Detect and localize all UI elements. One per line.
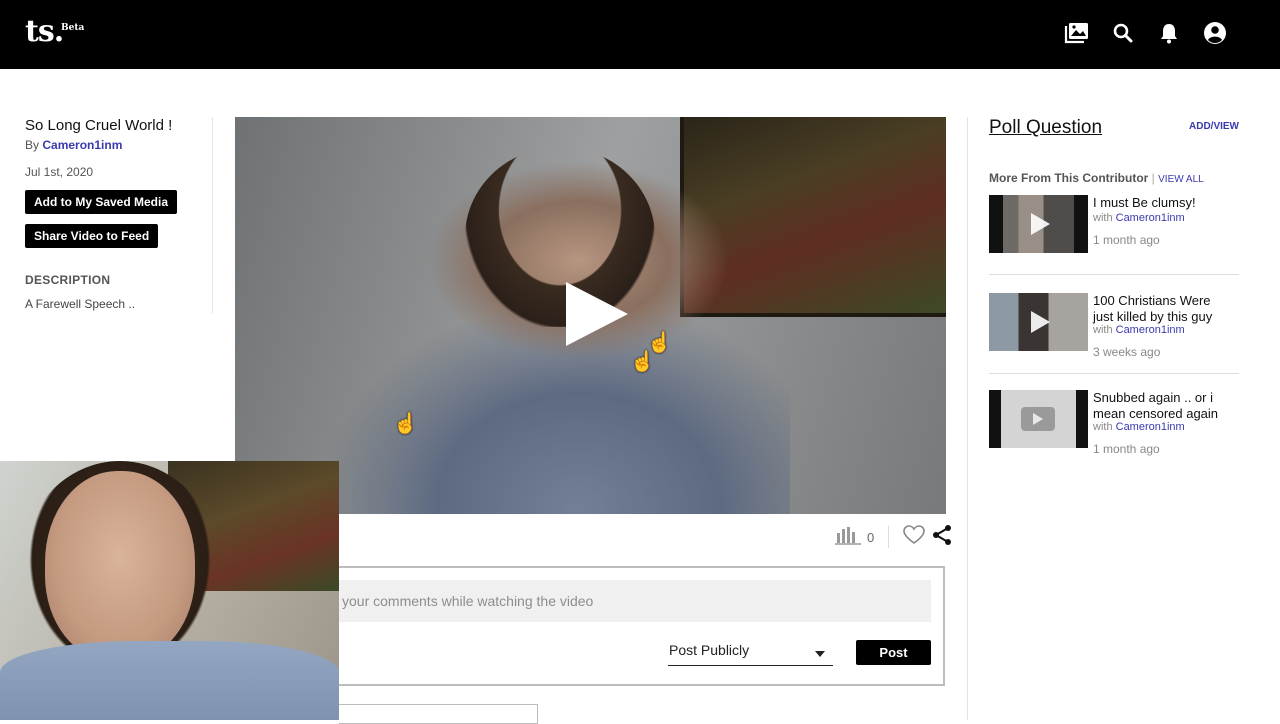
play-icon: [1031, 213, 1050, 235]
webcam-shirt: [0, 641, 339, 720]
related-author-link[interactable]: Cameron1inm: [1116, 212, 1185, 224]
with-label: with: [1093, 421, 1113, 433]
related-author-line: with Cameron1inm: [1093, 324, 1185, 336]
related-thumbnail[interactable]: [989, 390, 1088, 448]
related-separator: [989, 274, 1239, 275]
related-title[interactable]: I must Be clumsy!: [1093, 195, 1233, 211]
with-label: with: [1093, 212, 1113, 224]
webcam-overlay: [0, 461, 339, 720]
author-line: By Cameron1inm: [25, 138, 122, 152]
hand-cursor-icon: ☝: [393, 413, 418, 435]
bell-icon[interactable]: [1156, 20, 1182, 46]
video-actions-bar: 0: [835, 524, 953, 551]
beta-badge: Beta: [61, 23, 85, 33]
related-title[interactable]: Snubbed again .. or i mean censored agai…: [1093, 390, 1233, 422]
description-text: A Farewell Speech ..: [25, 297, 136, 311]
with-label: with: [1093, 324, 1113, 336]
actions-divider: [888, 526, 890, 548]
author-link[interactable]: Cameron1inm: [42, 138, 122, 152]
publish-date: Jul 1st, 2020: [25, 165, 94, 179]
sort-select[interactable]: [339, 704, 538, 724]
by-label: By: [25, 138, 40, 152]
related-author-link[interactable]: Cameron1inm: [1116, 324, 1185, 336]
add-to-saved-media-button[interactable]: Add to My Saved Media: [25, 190, 178, 214]
chevron-down-icon: [815, 651, 825, 657]
heart-icon[interactable]: [903, 524, 926, 550]
gallery-icon[interactable]: [1064, 20, 1090, 46]
heading-separator: |: [1151, 171, 1155, 185]
video-title: So Long Cruel World !: [25, 117, 173, 134]
comment-input[interactable]: [339, 580, 931, 622]
privacy-select[interactable]: Post Publicly: [668, 640, 833, 666]
more-from-contributor-heading: More From This Contributor | VIEW ALL: [989, 171, 1204, 185]
privacy-selected-value: Post Publicly: [669, 642, 750, 658]
right-divider: [967, 117, 968, 720]
related-video-item[interactable]: 100 Christians Were just killed by this …: [989, 293, 1239, 383]
play-icon[interactable]: [566, 282, 628, 346]
related-age: 1 month ago: [1093, 442, 1160, 456]
search-icon[interactable]: [1110, 20, 1136, 46]
related-author-line: with Cameron1inm: [1093, 421, 1185, 433]
related-video-item[interactable]: Snubbed again .. or i mean censored agai…: [989, 390, 1239, 480]
placeholder-video-icon: [1021, 407, 1055, 431]
related-thumbnail[interactable]: [989, 195, 1088, 253]
share-video-button[interactable]: Share Video to Feed: [25, 224, 159, 248]
related-age: 3 weeks ago: [1093, 345, 1161, 359]
left-divider: [212, 117, 213, 313]
related-video-item[interactable]: I must Be clumsy! with Cameron1inm 1 mon…: [989, 195, 1239, 285]
more-heading-text: More From This Contributor: [989, 171, 1149, 185]
related-separator: [989, 373, 1239, 374]
related-author-line: with Cameron1inm: [1093, 212, 1185, 224]
related-thumbnail[interactable]: [989, 293, 1088, 351]
account-icon[interactable]: [1202, 20, 1228, 46]
description-heading: DESCRIPTION: [25, 273, 111, 287]
webcam-face: [45, 471, 195, 661]
share-icon[interactable]: [931, 524, 953, 551]
site-logo[interactable]: ts.: [25, 14, 64, 49]
related-age: 1 month ago: [1093, 233, 1160, 247]
bar-chart-icon[interactable]: [835, 525, 861, 550]
poll-question-link[interactable]: Poll Question: [989, 117, 1102, 139]
add-view-link[interactable]: ADD/VIEW: [1189, 121, 1239, 132]
post-comment-button[interactable]: Post: [856, 640, 931, 665]
related-author-link[interactable]: Cameron1inm: [1116, 421, 1185, 433]
related-title[interactable]: 100 Christians Were just killed by this …: [1093, 293, 1233, 325]
top-navbar: ts. Beta: [0, 0, 1280, 69]
view-count: 0: [867, 529, 875, 545]
play-icon: [1031, 311, 1050, 333]
view-all-link[interactable]: VIEW ALL: [1158, 174, 1204, 185]
comment-composer: Post Publicly Post: [339, 566, 945, 686]
hand-cursor-icon: ☝: [647, 332, 672, 354]
